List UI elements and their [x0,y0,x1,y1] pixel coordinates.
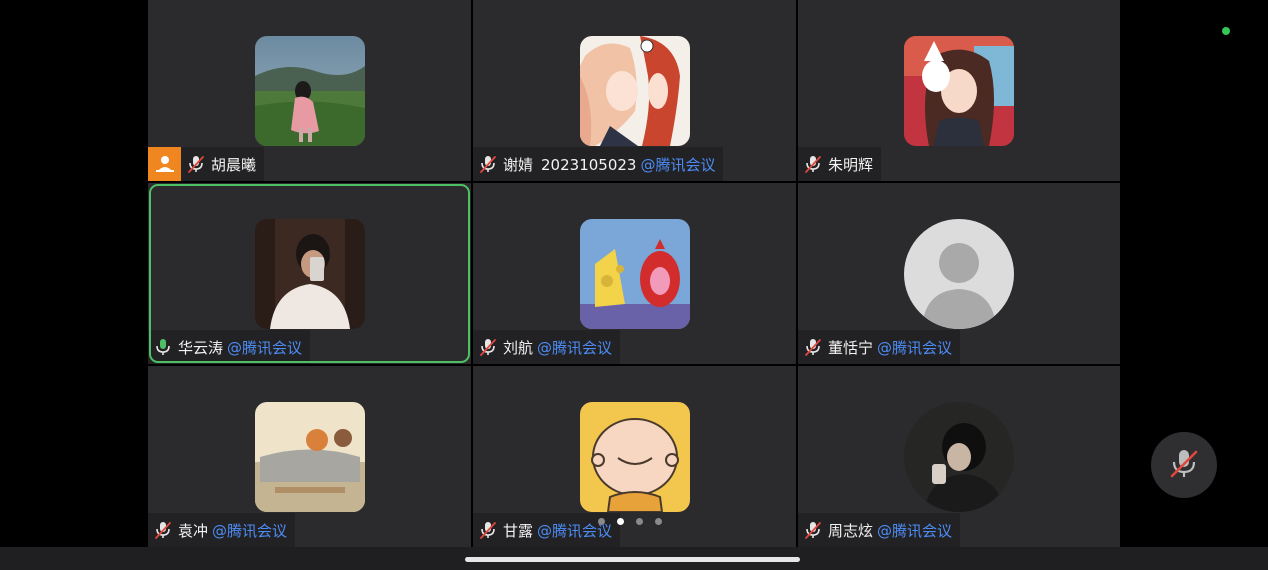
avatar [579,219,690,329]
participant-tile[interactable]: 胡晨曦 [148,0,471,181]
participant-name: 朱明辉 [828,155,874,174]
mic-off-icon [473,147,503,181]
name-bar: 刘航 @腾讯会议 [473,330,621,364]
mic-off-icon [798,330,828,364]
mic-off-icon [148,513,178,547]
participant-name: 董恬宁 @腾讯会议 [828,338,953,357]
name-bar: 周志炫 @腾讯会议 [798,513,961,547]
video-grid: 胡晨曦 谢婧 2023105023 @腾讯会议 朱明辉 华云涛 @腾讯会议 刘航… [148,0,1120,547]
name-bar: 朱明辉 [798,147,882,181]
participant-name: 谢婧 2023105023 @腾讯会议 [503,155,716,174]
mic-off-icon [473,513,503,547]
name-bar: 华云涛 @腾讯会议 [148,330,311,364]
participant-tile[interactable]: 袁冲 @腾讯会议 [148,366,471,547]
avatar [254,36,365,146]
participant-name: 袁冲 @腾讯会议 [178,521,288,540]
participant-tile[interactable]: 朱明辉 [798,0,1120,181]
participant-tile[interactable]: 华云涛 @腾讯会议 [148,183,471,364]
avatar [904,219,1014,329]
participant-tile[interactable]: 谢婧 2023105023 @腾讯会议 [473,0,796,181]
avatar [904,36,1014,146]
page-dot[interactable] [617,518,624,525]
mic-on-icon [148,330,178,364]
home-indicator[interactable] [465,557,800,562]
name-bar: 谢婧 2023105023 @腾讯会议 [473,147,724,181]
avatar [579,402,690,512]
participant-name: 周志炫 @腾讯会议 [828,521,953,540]
avatar [254,402,365,512]
mic-off-icon [473,330,503,364]
mute-button[interactable] [1151,432,1217,498]
mic-off-icon [798,147,828,181]
page-dot[interactable] [598,518,605,525]
page-indicator[interactable] [598,518,662,525]
status-dot [1222,27,1230,35]
host-person-icon [148,147,181,181]
name-bar: 董恬宁 @腾讯会议 [798,330,961,364]
participant-name: 胡晨曦 [211,155,257,174]
participant-tile[interactable]: 董恬宁 @腾讯会议 [798,183,1120,364]
avatar [579,36,690,146]
mic-off-icon [181,147,211,181]
avatar [904,402,1014,512]
name-bar: 袁冲 @腾讯会议 [148,513,296,547]
page-dot[interactable] [655,518,662,525]
mic-off-icon [798,513,828,547]
mic-off-icon [1167,446,1201,484]
page-dot[interactable] [636,518,643,525]
participant-name: 华云涛 @腾讯会议 [178,338,303,357]
participant-tile[interactable]: 刘航 @腾讯会议 [473,183,796,364]
participant-tile[interactable]: 周志炫 @腾讯会议 [798,366,1120,547]
name-bar: 胡晨曦 [148,147,265,181]
participant-name: 刘航 @腾讯会议 [503,338,613,357]
avatar [254,219,365,329]
